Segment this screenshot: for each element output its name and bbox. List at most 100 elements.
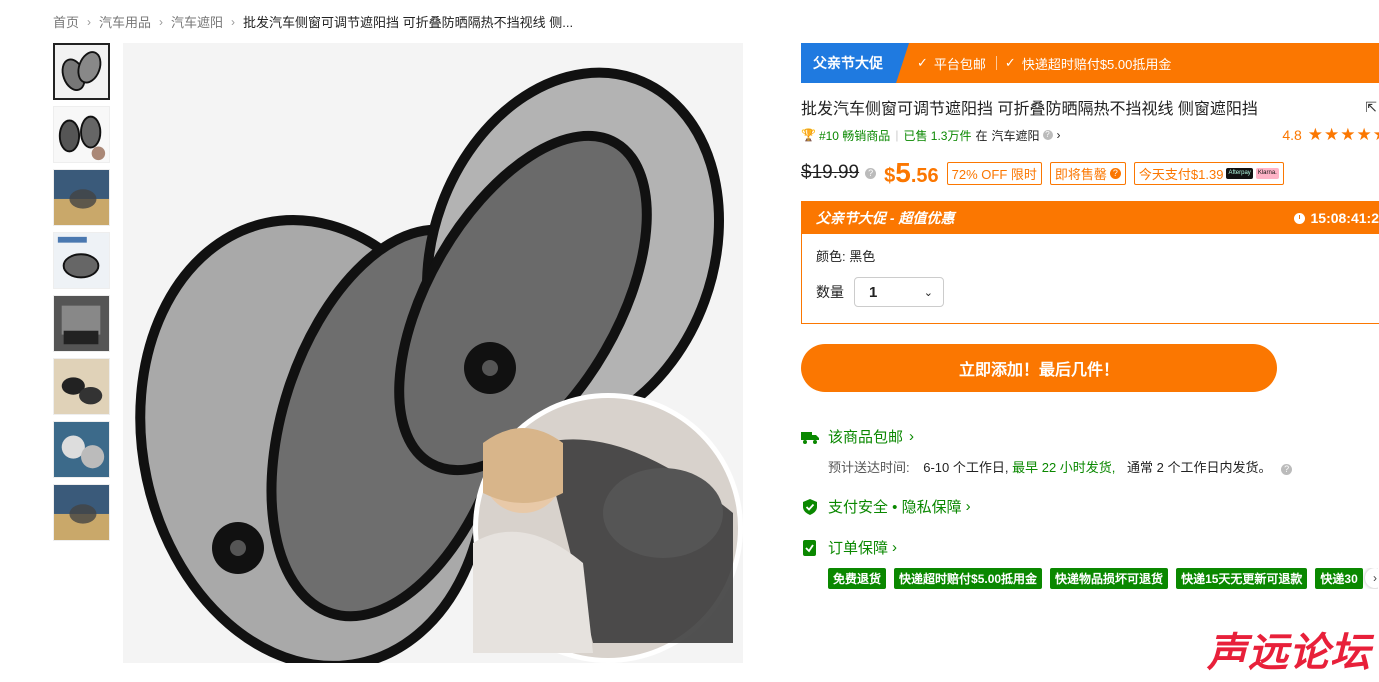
color-value: 黑色 bbox=[849, 249, 876, 264]
payment-safety-label: 支付安全 • 隐私保障 bbox=[828, 499, 962, 516]
pay-today-label: 今天支付$1.39 bbox=[1138, 166, 1224, 182]
chevron-right-icon: › bbox=[965, 498, 971, 515]
chevron-right-icon: › bbox=[909, 428, 915, 445]
bestseller-rank[interactable]: 🏆 #10 畅销商品 bbox=[801, 127, 890, 144]
free-shipping-link[interactable]: 该商品包邮 › bbox=[801, 426, 1379, 447]
chevron-right-icon[interactable]: › bbox=[1057, 128, 1061, 142]
thumbnail-4[interactable] bbox=[53, 232, 110, 289]
clock-icon bbox=[1293, 212, 1305, 224]
original-price: $19.99 bbox=[801, 162, 860, 183]
breadcrumb: 首页 › 汽车用品 › 汽车遮阳 › 批发汽车侧窗可调节遮阳挡 可折叠防晒隔热不… bbox=[53, 12, 573, 31]
check-icon: ✓ bbox=[1004, 55, 1016, 70]
promo-free-shipping: ✓ 平台包邮 bbox=[917, 54, 986, 73]
deal-body: 颜色: 黑色 数量 1 ⌄ bbox=[802, 234, 1379, 323]
category-prefix: 在 bbox=[975, 128, 988, 143]
chevron-down-icon: ⌄ bbox=[923, 286, 933, 299]
thumbnail-7[interactable] bbox=[53, 421, 110, 478]
product-info-panel: 父亲节大促 ✓ 平台包邮 ✓ 快递超时赔付$5.00抵用金 批发汽车侧窗可调节遮… bbox=[801, 43, 1379, 589]
guarantee-tag: 快递30 bbox=[1315, 568, 1363, 589]
color-row: 颜色: 黑色 bbox=[816, 246, 1365, 265]
order-guarantee-label: 订单保障 bbox=[828, 540, 889, 557]
divider bbox=[995, 56, 997, 70]
chevron-right-icon: › bbox=[159, 14, 164, 29]
trophy-icon: 🏆 bbox=[801, 128, 816, 142]
deal-timer: 15:08:41:2 bbox=[1293, 210, 1379, 226]
delivery-label: 预计送达时间: bbox=[828, 460, 910, 475]
discount-badge: 72% OFF 限时 bbox=[946, 161, 1042, 185]
deal-timer-value: 15:08:41:2 bbox=[1310, 210, 1379, 226]
thumbnail-5[interactable] bbox=[53, 295, 110, 352]
quantity-value: 1 bbox=[869, 283, 878, 301]
help-icon[interactable]: ? bbox=[865, 167, 877, 179]
promo-tag: 父亲节大促 bbox=[801, 43, 909, 83]
product-title: 批发汽车侧窗可调节遮阳挡 可折叠防晒隔热不挡视线 侧窗遮阳挡 bbox=[801, 101, 1258, 118]
promo-free-shipping-label: 平台包邮 bbox=[933, 56, 986, 72]
klarna-logo-icon: Klarna. bbox=[1255, 167, 1279, 179]
thumbnail-8[interactable] bbox=[53, 484, 110, 541]
guarantee-tags: 免费退货 快递超时赔付$5.00抵用金 快递物品损坏可退货 快递15天无更新可退… bbox=[828, 568, 1378, 589]
quantity-select[interactable]: 1 ⌄ bbox=[854, 277, 944, 307]
sale-price-currency: $ bbox=[884, 165, 896, 187]
deal-box: 父亲节大促 - 超值优惠 15:08:41:2 颜色: 黑色 数量 1 ⌄ bbox=[801, 201, 1379, 324]
breadcrumb-auto[interactable]: 汽车用品 bbox=[99, 12, 151, 31]
category-link[interactable]: 汽车遮阳 bbox=[991, 127, 1039, 144]
rating[interactable]: 4.8 ★★★★★ bbox=[1282, 125, 1379, 145]
main-product-image[interactable] bbox=[123, 43, 743, 663]
promo-late-credit: ✓ 快递超时赔付$5.00抵用金 bbox=[1005, 54, 1171, 73]
delivery-estimate: 预计送达时间: 6-10 个工作日, 最早 22 小时发货, 通常 2 个工作日… bbox=[828, 457, 1379, 476]
share-icon[interactable]: ⇱ bbox=[1365, 99, 1377, 116]
quantity-row: 数量 1 ⌄ bbox=[816, 277, 1365, 307]
free-shipping-label: 该商品包邮 bbox=[828, 429, 904, 446]
breadcrumb-home[interactable]: 首页 bbox=[53, 12, 79, 31]
pay-later-badge[interactable]: 今天支付$1.39 Afterpay Klarna. bbox=[1133, 161, 1284, 185]
star-rating-icon: ★★★★★ bbox=[1307, 125, 1379, 144]
thumbnail-list bbox=[53, 43, 110, 547]
guarantee-tag: 快递物品损坏可退货 bbox=[1050, 568, 1169, 589]
guarantee-tag: 免费退货 bbox=[828, 568, 887, 589]
color-label: 颜色: bbox=[816, 249, 846, 264]
sale-price-decimal: .56 bbox=[910, 165, 939, 187]
price-row: $19.99 ? $ 5 .56 72% OFF 限时 即将售罄 ? 今天支付$… bbox=[801, 157, 1379, 189]
help-icon[interactable]: ? bbox=[1281, 464, 1293, 475]
promo-bar: 父亲节大促 ✓ 平台包邮 ✓ 快递超时赔付$5.00抵用金 bbox=[801, 43, 1379, 83]
guarantee-tag: 快递超时赔付$5.00抵用金 bbox=[894, 568, 1043, 589]
delivery-normal: 通常 2 个工作日内发货。 bbox=[1127, 460, 1272, 475]
payment-safety-link[interactable]: 支付安全 • 隐私保障 › bbox=[801, 496, 1379, 517]
thumbnail-3[interactable] bbox=[53, 169, 110, 226]
product-title-row: 批发汽车侧窗可调节遮阳挡 可折叠防晒隔热不挡视线 侧窗遮阳挡 ⇱ bbox=[801, 95, 1379, 119]
info-icon[interactable]: ? bbox=[1042, 130, 1053, 140]
shield-check-icon bbox=[803, 498, 817, 515]
breadcrumb-current: 批发汽车侧窗可调节遮阳挡 可折叠防晒隔热不挡视线 侧... bbox=[243, 15, 574, 30]
deal-title: 父亲节大促 - 超值优惠 bbox=[816, 210, 955, 226]
deal-header: 父亲节大促 - 超值优惠 15:08:41:2 bbox=[802, 202, 1379, 234]
afterpay-logo-icon: Afterpay bbox=[1226, 167, 1253, 179]
thumbnail-6[interactable] bbox=[53, 358, 110, 415]
product-meta-row: 🏆 #10 畅销商品 | 已售 1.3万件 在 汽车遮阳 ? › 4.8 ★★★… bbox=[801, 125, 1379, 145]
order-guarantee-link[interactable]: 订单保障 › bbox=[801, 537, 1379, 558]
check-icon: ✓ bbox=[917, 55, 928, 70]
order-guarantee-icon bbox=[803, 539, 816, 556]
delivery-fast: 最早 22 小时发货, bbox=[1012, 460, 1116, 475]
breadcrumb-sunshade[interactable]: 汽车遮阳 bbox=[171, 12, 223, 31]
quantity-label: 数量 bbox=[816, 284, 844, 300]
delivery-value: 6-10 个工作日, bbox=[923, 460, 1009, 475]
bestseller-rank-label: #10 畅销商品 bbox=[818, 128, 891, 143]
chevron-right-icon: › bbox=[892, 539, 898, 556]
guarantee-tag: 快递15天无更新可退款 bbox=[1176, 568, 1308, 589]
sale-price-integer: 5 bbox=[895, 157, 911, 188]
rating-value: 4.8 bbox=[1282, 127, 1302, 143]
chevron-right-icon[interactable]: › bbox=[1365, 568, 1378, 588]
service-section: 该商品包邮 › 预计送达时间: 6-10 个工作日, 最早 22 小时发货, 通… bbox=[801, 426, 1379, 589]
selling-out-badge[interactable]: 即将售罄 ? bbox=[1049, 161, 1126, 185]
help-icon: ? bbox=[1109, 167, 1121, 179]
add-to-cart-button[interactable]: 立即添加！最后几件！ bbox=[801, 344, 1277, 392]
thumbnail-2[interactable] bbox=[53, 106, 110, 163]
chevron-right-icon: › bbox=[87, 14, 92, 29]
truck-icon bbox=[801, 431, 819, 444]
divider: | bbox=[895, 128, 899, 142]
watermark-logo: 声远论坛 bbox=[1207, 631, 1371, 675]
thumbnail-1[interactable] bbox=[53, 43, 110, 100]
promo-late-credit-label: 快递超时赔付$5.00抵用金 bbox=[1021, 56, 1172, 72]
sold-count: 已售 1.3万件 bbox=[903, 128, 972, 143]
chevron-right-icon: › bbox=[231, 14, 236, 29]
